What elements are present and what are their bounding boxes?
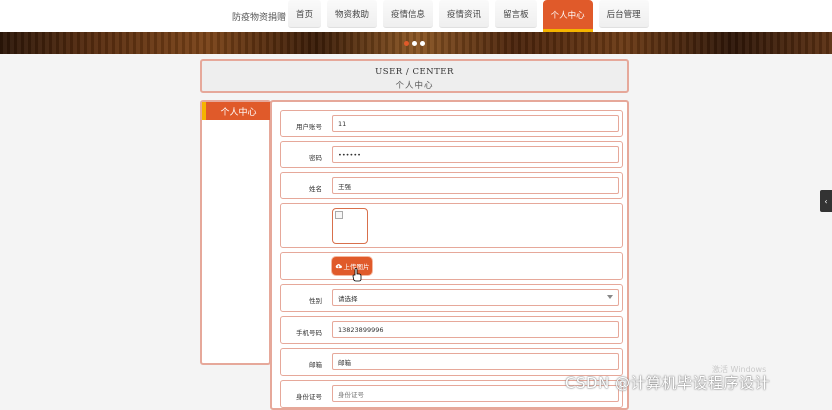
nav-item-user-center[interactable]: 个人中心 bbox=[542, 0, 593, 32]
gender-select[interactable]: 请选择 bbox=[332, 289, 619, 306]
phone-label: 手机号码 bbox=[296, 329, 322, 337]
nav-item-epidemic-news[interactable]: 疫情资讯 bbox=[439, 0, 490, 28]
page-title-en: USER / CENTER bbox=[375, 67, 454, 77]
page-title-box: USER / CENTER 个人中心 bbox=[200, 59, 629, 93]
form-row-name: 姓名 王强 bbox=[280, 172, 623, 199]
gender-select-value: 请选择 bbox=[338, 294, 358, 303]
nav-item-message-board[interactable]: 留言板 bbox=[495, 0, 537, 28]
site-brand[interactable]: 防疫物资捐赠 bbox=[232, 10, 286, 23]
name-label: 姓名 bbox=[309, 185, 322, 193]
nav-item-admin[interactable]: 后台管理 bbox=[598, 0, 649, 28]
form-row-avatar bbox=[280, 203, 623, 248]
carousel-dot-3[interactable] bbox=[420, 41, 425, 46]
form-row-gender: 性别 请选择 bbox=[280, 284, 623, 312]
csdn-watermark: CSDN @计算机毕设程序设计 bbox=[565, 374, 771, 392]
carousel-dot-2[interactable] bbox=[412, 41, 417, 46]
carousel-dots bbox=[404, 41, 425, 46]
form-row-account: 用户账号 11 bbox=[280, 110, 623, 137]
account-label: 用户账号 bbox=[296, 123, 322, 131]
broken-image-icon bbox=[335, 211, 343, 219]
nav-item-supplies-aid[interactable]: 物资救助 bbox=[327, 0, 378, 28]
hand-cursor-icon bbox=[352, 268, 362, 282]
carousel-dot-1[interactable] bbox=[404, 41, 409, 46]
page-title-zh: 个人中心 bbox=[395, 81, 434, 91]
top-navbar: 防疫物资捐赠 首页 物资救助 疫情信息 疫情资讯 留言板 个人中心 后台管理 bbox=[0, 0, 832, 32]
idcard-label: 身份证号 bbox=[296, 393, 322, 401]
main-nav: 首页 物资救助 疫情信息 疫情资讯 留言板 个人中心 后台管理 bbox=[288, 0, 655, 32]
phone-input[interactable]: 13823899996 bbox=[332, 321, 619, 338]
sidebar-item-user-center[interactable]: 个人中心 bbox=[202, 102, 271, 120]
account-input[interactable]: 11 bbox=[332, 115, 619, 132]
nav-item-home[interactable]: 首页 bbox=[288, 0, 322, 28]
form-row-upload: 上传图片 bbox=[280, 252, 623, 280]
nav-item-epidemic-info[interactable]: 疫情信息 bbox=[383, 0, 434, 28]
form-row-phone: 手机号码 13823899996 bbox=[280, 316, 623, 344]
password-label: 密码 bbox=[309, 154, 322, 162]
name-input[interactable]: 王强 bbox=[332, 177, 619, 194]
profile-form-panel: 用户账号 11 密码 •••••• 姓名 王强 上传图片 性别 请选择 手机号码 bbox=[270, 100, 629, 410]
cloud-upload-icon bbox=[335, 263, 342, 269]
email-label: 邮箱 bbox=[309, 361, 322, 369]
side-panel-toggle[interactable]: ‹ bbox=[820, 190, 832, 212]
avatar-image bbox=[332, 208, 368, 244]
form-row-password: 密码 •••••• bbox=[280, 141, 623, 168]
email-input[interactable]: 邮箱 bbox=[332, 353, 619, 370]
password-input[interactable]: •••••• bbox=[332, 146, 619, 163]
chevron-down-icon bbox=[607, 295, 613, 299]
gender-label: 性别 bbox=[309, 297, 322, 305]
chevron-left-icon: ‹ bbox=[824, 196, 828, 206]
sidebar: 个人中心 bbox=[200, 100, 271, 365]
